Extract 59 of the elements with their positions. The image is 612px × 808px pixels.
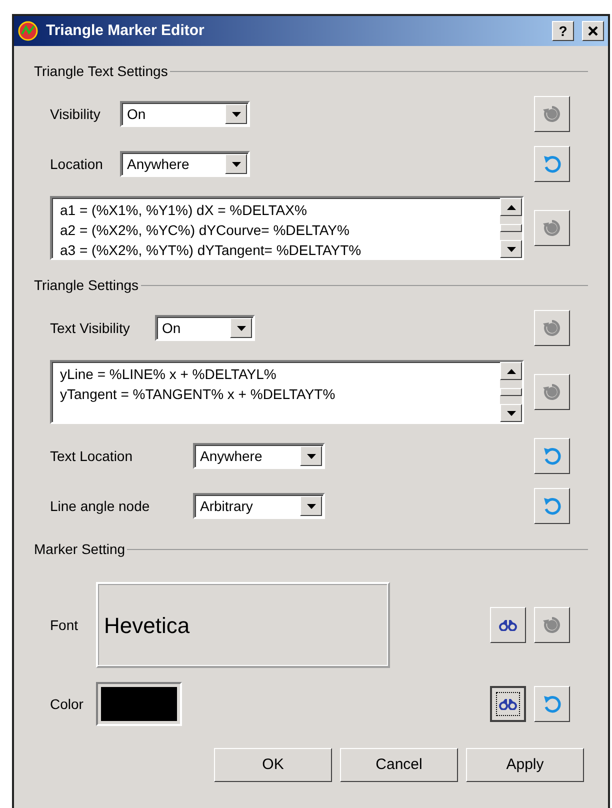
dropdown-arrow-icon [232,112,240,116]
group-title: Marker Setting [34,540,126,559]
group-title: Triangle Text Settings [34,62,168,81]
field-label: Visibility [50,104,102,124]
scroll-up-icon [506,368,516,374]
font-preview: Hevetica [96,582,390,668]
text-line: a2 = (%X2%, %YC%) dYCourve= %DELTAY% [60,221,350,240]
dropdown[interactable]: Anywhere [120,151,250,177]
close-button[interactable] [582,21,604,41]
dialog-button[interactable]: Apply [466,748,584,782]
reset-icon [542,496,562,516]
field-label: Font [50,616,80,634]
reset-icon [542,446,562,466]
find-button[interactable] [490,686,526,722]
scrollbar[interactable] [500,198,522,258]
text-line: yTangent = %TANGENT% x + %DELTAYT% [60,385,336,404]
field-label: Line angle node [50,496,151,516]
reset-icon [542,154,562,174]
color-swatch[interactable] [96,682,182,726]
dropdown-arrow-icon [236,326,246,330]
dropdown-arrow-icon [306,504,316,508]
field-label: Text Location [50,446,134,466]
dropdown-arrow-icon [306,454,316,458]
reset-button[interactable] [534,146,570,182]
text-area[interactable]: a1 = (%X1%, %Y1%) dX = %DELTAX% a2 = (%X2%, %YC%) dYCourve= %DELTAY% a3 = (%X2%, %YT%) dYTangent= %DELTAYT% [50,196,524,260]
binoculars-icon [499,698,517,710]
field-label: Location [50,154,104,174]
dropdown[interactable]: Anywhere [193,443,325,469]
app-logo-icon [18,21,38,41]
scroll-down-icon [506,410,516,416]
scroll-down-icon [506,246,516,252]
dropdown-arrow-icon [232,162,240,166]
dropdown[interactable]: Arbitrary [193,493,325,519]
reset-icon [542,218,562,238]
dialog-button[interactable]: OK [214,748,332,782]
reset-button[interactable] [534,686,570,722]
scrollbar[interactable] [500,362,522,422]
text-line: a1 = (%X1%, %Y1%) dX = %DELTAX% [60,201,308,220]
reset-button[interactable] [534,488,570,524]
reset-icon [542,382,562,402]
reset-icon [542,318,562,338]
scroll-up-icon [506,204,516,210]
group-title: Triangle Settings [34,276,139,295]
reset-button[interactable] [534,438,570,474]
help-button[interactable]: ? [552,21,574,41]
text-area[interactable]: yLine = %LINE% x + %DELTAYL% yTangent = %TANGENT% x + %DELTAYT% [50,360,524,424]
field-label: Text Visibility [50,318,131,338]
window-title: Triangle Marker Editor [46,20,206,41]
field-label: Color [50,694,84,714]
dropdown[interactable]: On [120,101,250,127]
binoculars-icon [499,619,517,631]
dropdown[interactable]: On [155,315,255,341]
reset-icon [542,615,562,635]
reset-icon [542,104,562,124]
dialog-button[interactable]: Cancel [340,748,458,782]
text-line: yLine = %LINE% x + %DELTAYL% [60,365,278,384]
reset-icon [542,694,562,714]
text-line: a3 = (%X2%, %YT%) dYTangent= %DELTAYT% [60,241,362,258]
close-icon [588,26,598,36]
